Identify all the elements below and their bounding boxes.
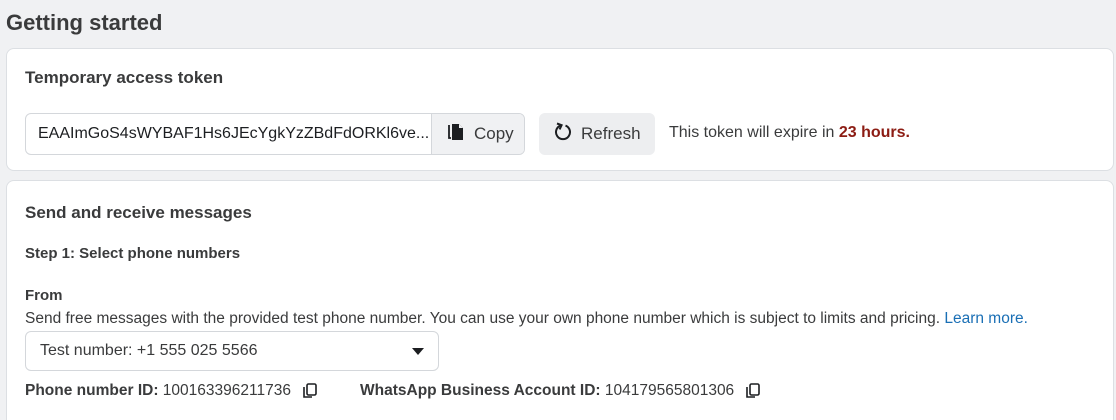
send-messages-card: Send and receive messages Step 1: Select… — [6, 180, 1114, 420]
phone-id-value: 100163396211736 — [162, 382, 291, 399]
waba-id-value: 104179565801306 — [604, 382, 735, 399]
selected-phone-number: Test number: +1 555 025 5566 — [40, 342, 258, 359]
expiry-prefix: This token will expire in — [669, 124, 839, 141]
token-field: EAAImGoS4sWYBAF1Hs6JEcYgkYzZBdFdORKl6ve.… — [25, 113, 525, 155]
from-label: From — [25, 287, 63, 304]
expiry-value: 23 hours. — [838, 124, 910, 141]
from-help-text: Send free messages with the provided tes… — [25, 310, 1028, 328]
send-card-title: Send and receive messages — [25, 203, 252, 222]
phone-number-id-row: Phone number ID: 100163396211736 — [25, 382, 319, 400]
token-expiry-text: This token will expire in 23 hours. — [669, 124, 910, 142]
refresh-icon — [553, 122, 573, 147]
waba-id-label: WhatsApp Business Account ID: — [360, 382, 601, 399]
refresh-token-button[interactable]: Refresh — [539, 113, 655, 155]
token-value[interactable]: EAAImGoS4sWYBAF1Hs6JEcYgkYzZBdFdORKl6ve.… — [26, 114, 431, 154]
copy-icon[interactable] — [301, 382, 319, 400]
help-text-body: Send free messages with the provided tes… — [25, 310, 945, 327]
chevron-down-icon — [412, 347, 424, 355]
phone-number-select[interactable]: Test number: +1 555 025 5566 — [25, 331, 439, 371]
waba-id-row: WhatsApp Business Account ID: 1041795658… — [360, 382, 762, 400]
step1-title: Step 1: Select phone numbers — [25, 245, 241, 262]
learn-more-link[interactable]: Learn more. — [944, 310, 1028, 327]
token-card-title: Temporary access token — [25, 68, 224, 87]
copy-button-label: Copy — [474, 124, 514, 143]
refresh-button-label: Refresh — [581, 124, 641, 143]
phone-id-label: Phone number ID: — [25, 382, 159, 399]
copy-icon — [446, 122, 466, 147]
token-card: Temporary access token EAAImGoS4sWYBAF1H… — [6, 48, 1114, 171]
page-title: Getting started — [6, 10, 163, 35]
copy-token-button[interactable]: Copy — [431, 114, 524, 154]
copy-icon[interactable] — [744, 382, 762, 400]
